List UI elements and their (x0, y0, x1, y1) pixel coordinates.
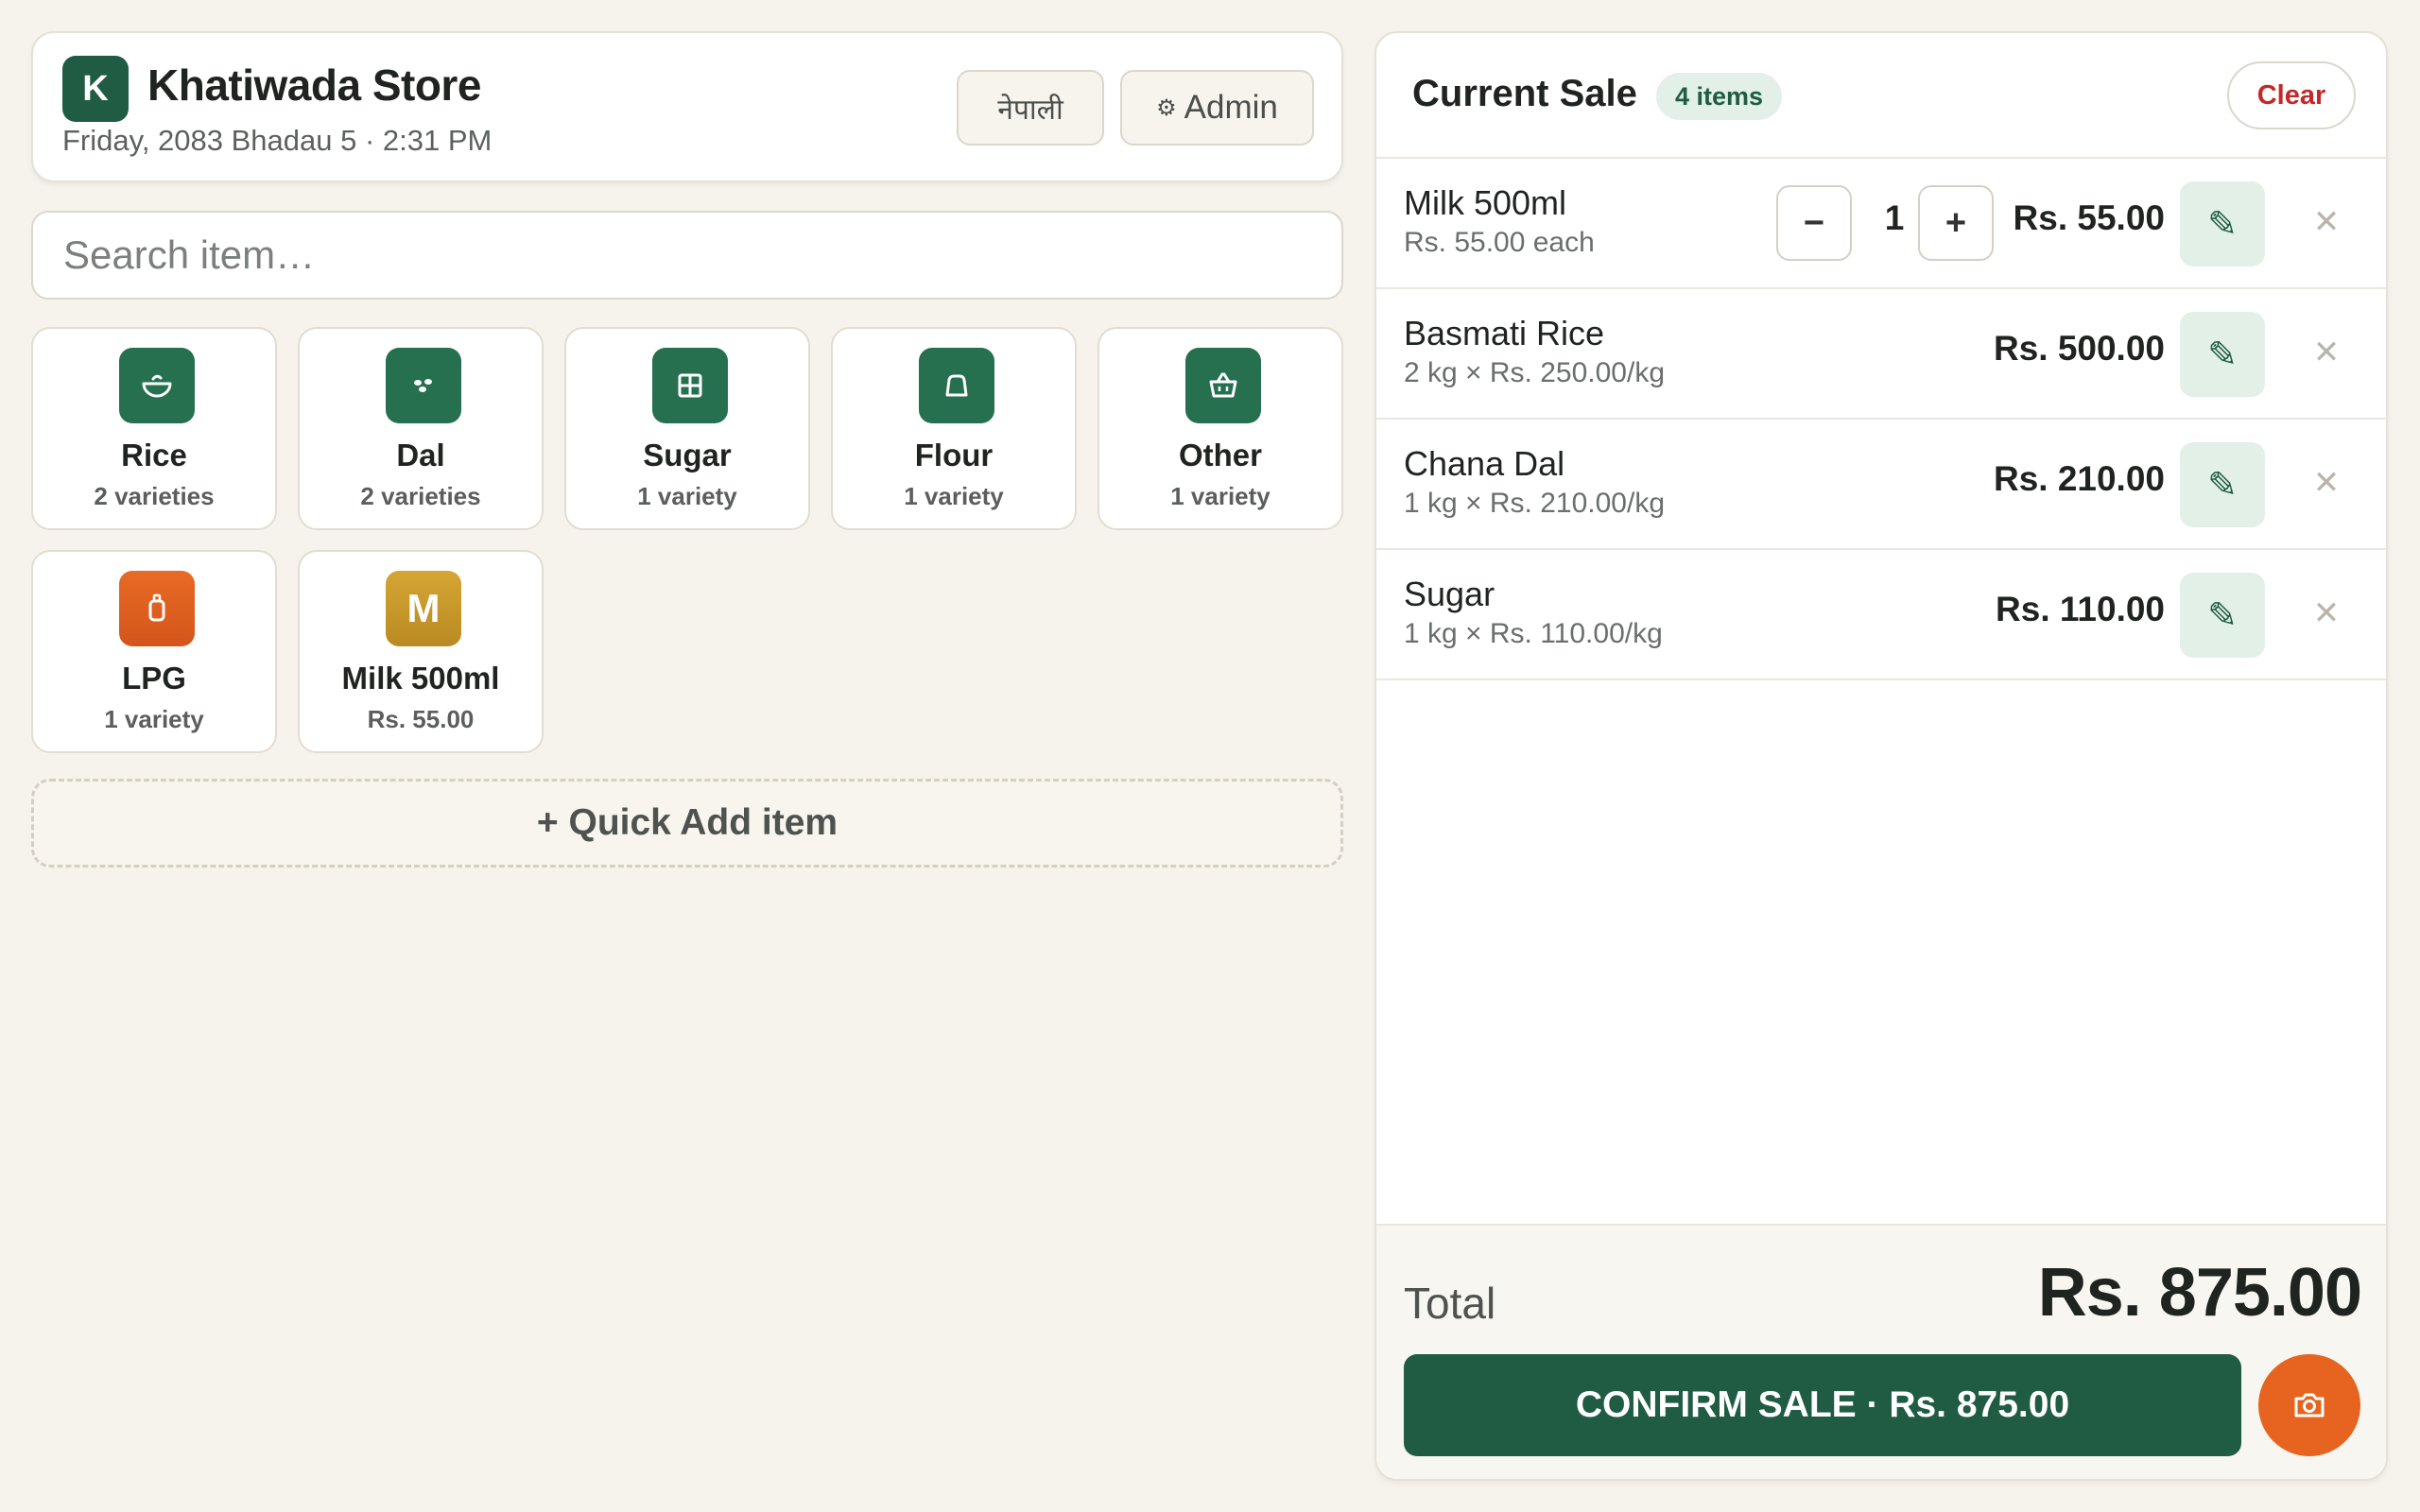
category-name: Flour (914, 438, 994, 472)
camera-button[interactable] (2258, 1354, 2360, 1456)
clear-button[interactable]: Clear (2227, 61, 2356, 129)
current-sale-panel: Current Sale 4 items Clear Milk 500ml Rs… (1374, 31, 2388, 1481)
sale-item-detail: Rs. 55.00 each (1404, 227, 1595, 258)
close-icon[interactable]: ✕ (2298, 450, 2355, 516)
milk-letter-icon: M (386, 571, 461, 646)
gas-cylinder-icon (119, 571, 195, 646)
product-price: Rs. 55.00 (367, 705, 475, 733)
sale-item-price: Rs. 55.00 (2013, 198, 2165, 237)
sale-header: Current Sale 4 items Clear (1376, 33, 2386, 159)
language-toggle-button[interactable]: नेपाली (957, 70, 1104, 146)
category-tile-sugar[interactable]: Sugar 1 variety (564, 327, 810, 530)
category-tile-flour[interactable]: Flour 1 variety (831, 327, 1077, 530)
total-label: Total (1404, 1279, 1496, 1328)
sale-item-price: Rs. 210.00 (1993, 459, 2165, 498)
sale-item-row: Sugar 1 kg × Rs. 110.00/kg Rs. 110.00 ✎ … (1376, 550, 2386, 680)
category-sub: 2 varieties (94, 482, 215, 510)
quick-add-button[interactable]: + Quick Add item (31, 779, 1343, 868)
category-sub: 1 variety (637, 482, 737, 510)
close-icon[interactable]: ✕ (2298, 189, 2355, 255)
category-name: Sugar (643, 438, 732, 472)
sale-item-row: Milk 500ml Rs. 55.00 each − 1 + Rs. 55.0… (1376, 159, 2386, 289)
item-count-badge: 4 items (1656, 73, 1783, 120)
edit-icon[interactable]: ✎ (2180, 312, 2265, 397)
sale-item-name: Chana Dal (1404, 444, 1565, 483)
edit-icon[interactable]: ✎ (2180, 442, 2265, 527)
product-tile-milk[interactable]: M Milk 500ml Rs. 55.00 (298, 550, 544, 753)
total-value: Rs. 875.00 (2037, 1255, 2362, 1331)
sale-item-detail: 2 kg × Rs. 250.00/kg (1404, 357, 1666, 388)
category-name: Other (1178, 438, 1262, 472)
store-logo: K (62, 56, 129, 122)
category-tile-rice[interactable]: Rice 2 varieties (31, 327, 277, 530)
category-tile-dal[interactable]: Dal 2 varieties (298, 327, 544, 530)
category-name: Rice (121, 438, 187, 472)
sale-item-row: Basmati Rice 2 kg × Rs. 250.00/kg Rs. 50… (1376, 289, 2386, 420)
close-icon[interactable]: ✕ (2298, 319, 2355, 386)
category-name: Dal (396, 438, 445, 472)
store-name: Khatiwada Store (147, 60, 481, 110)
sale-item-detail: 1 kg × Rs. 210.00/kg (1404, 488, 1666, 519)
edit-icon[interactable]: ✎ (2180, 181, 2265, 266)
gear-icon: ⚙ (1156, 94, 1177, 121)
category-sub: 1 variety (1170, 482, 1270, 510)
confirm-sale-button[interactable]: CONFIRM SALE · Rs. 875.00 (1404, 1354, 2241, 1456)
admin-button[interactable]: ⚙ Admin (1120, 70, 1314, 146)
store-header: K Khatiwada Store Friday, 2083 Bhadau 5 … (31, 31, 1343, 182)
decrement-button[interactable]: − (1776, 185, 1852, 261)
sale-item-price: Rs. 500.00 (1993, 329, 2165, 368)
edit-icon[interactable]: ✎ (2180, 573, 2265, 658)
sale-item-name: Basmati Rice (1404, 314, 1605, 352)
sale-title: Current Sale (1412, 73, 1637, 114)
category-sub: 1 variety (904, 482, 1004, 510)
sale-item-name: Sugar (1404, 575, 1495, 613)
camera-icon (2294, 1393, 2325, 1418)
flour-sack-icon (919, 348, 994, 423)
basket-icon (1185, 348, 1261, 423)
bowl-icon (119, 348, 195, 423)
sale-item-price: Rs. 110.00 (1996, 590, 2165, 628)
quantity-value: 1 (1884, 198, 1905, 237)
category-name: LPG (122, 661, 186, 696)
admin-button-label: Admin (1184, 89, 1278, 126)
sale-item-row: Chana Dal 1 kg × Rs. 210.00/kg Rs. 210.0… (1376, 420, 2386, 550)
lentils-icon (386, 348, 461, 423)
increment-button[interactable]: + (1918, 185, 1994, 261)
product-name: Milk 500ml (341, 661, 500, 696)
category-tile-lpg[interactable]: LPG 1 variety (31, 550, 277, 753)
category-sub: 1 variety (104, 705, 204, 733)
cube-icon (652, 348, 728, 423)
close-icon[interactable]: ✕ (2298, 580, 2355, 646)
sale-footer: Total Rs. 875.00 CONFIRM SALE · Rs. 875.… (1376, 1224, 2386, 1479)
sale-item-detail: 1 kg × Rs. 110.00/kg (1404, 618, 1663, 649)
search-input[interactable] (31, 211, 1343, 300)
category-sub: 2 varieties (360, 482, 481, 510)
category-tile-other[interactable]: Other 1 variety (1098, 327, 1343, 530)
sale-item-name: Milk 500ml (1404, 183, 1567, 222)
store-date: Friday, 2083 Bhadau 5 · 2:31 PM (62, 124, 493, 157)
